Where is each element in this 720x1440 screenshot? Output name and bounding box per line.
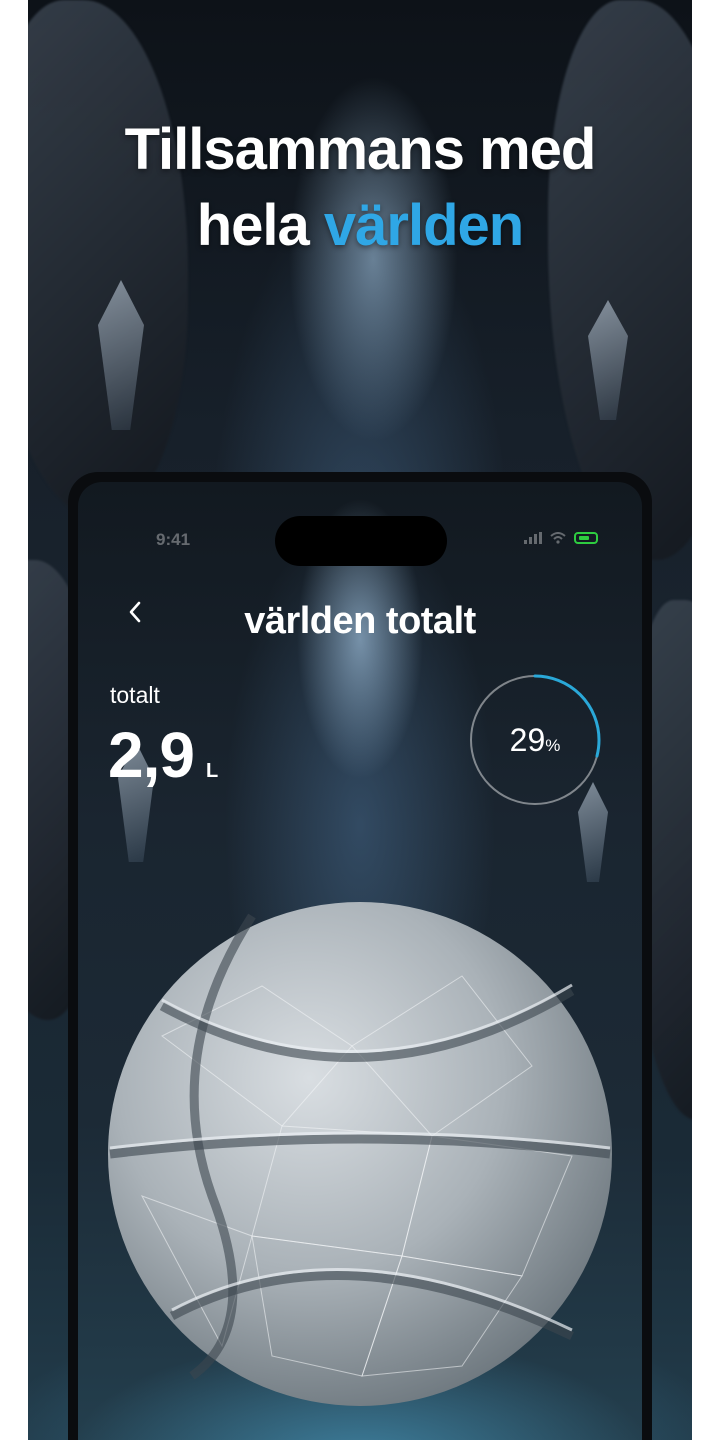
progress-ring: 29% [467,672,603,808]
total-amount: 2,9 [108,719,195,791]
progress-label: 29% [467,672,603,808]
battery-icon [574,532,598,544]
status-time: 9:41 [156,530,191,549]
total-label: totalt [110,682,160,708]
wifi-icon [550,532,566,544]
promo-headline: Tillsammans med hela världen [28,112,692,264]
signal-icon [524,532,542,544]
crystal-basketball-image [108,902,612,1406]
total-value: 2,9 L [108,718,218,792]
status-icons [524,532,598,544]
phone-mockup: 9:41 världen totalt totalt 2,9 L 29% [68,472,652,1440]
headline-line-2: hela världen [28,188,692,264]
dynamic-island [275,516,447,566]
headline-prefix: hela [196,193,310,258]
progress-unit: % [545,736,561,755]
total-unit: L [205,760,218,782]
screen-title: världen totalt [244,600,476,642]
phone-screen: 9:41 världen totalt totalt 2,9 L 29% [78,482,642,1440]
headline-line-1: Tillsammans med [124,117,597,182]
progress-value: 29 [509,722,546,758]
background-cave-scene: Tillsammans med hela världen 9:41 världe… [28,0,692,1440]
ball-body [108,902,612,1406]
headline-accent: världen [323,193,524,258]
